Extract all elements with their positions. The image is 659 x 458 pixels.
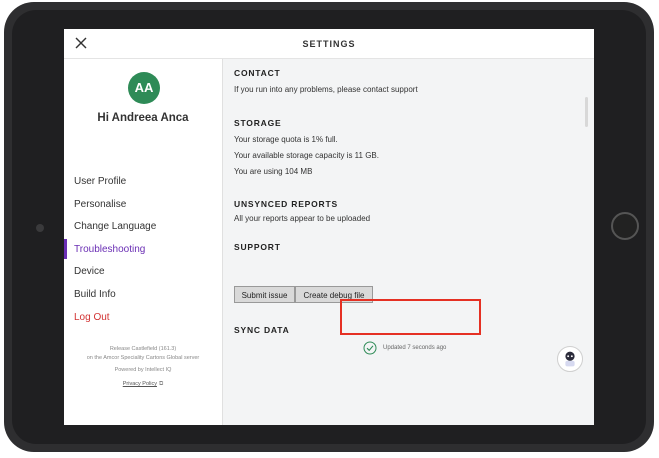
storage-heading: STORAGE [234,118,282,128]
home-button[interactable] [611,212,639,240]
troubleshooting-content: CONTACT If you run into any problems, pl… [234,59,584,425]
settings-screen: SETTINGS AA Hi Andreea Anca User Profile… [64,29,594,425]
sidebar: AA Hi Andreea Anca User Profile Personal… [64,59,223,425]
sidebar-item-log-out[interactable]: Log Out [64,310,222,333]
sidebar-item-change-language[interactable]: Change Language [64,219,222,242]
release-info: Release Castlefield (161.3) on the Amcor… [64,345,222,363]
sidebar-nav: User Profile Personalise Change Language… [64,174,222,332]
powered-by: Powered by Intellect IQ [114,367,172,373]
privacy-policy-link[interactable]: Privacy Policy ⧉ [64,381,222,388]
external-link-icon: ⧉ [158,381,164,387]
privacy-policy-label[interactable]: Privacy Policy [123,381,157,387]
sidebar-item-user-profile[interactable]: User Profile [64,174,222,197]
support-heading: SUPPORT [234,242,281,252]
storage-quota: Your storage quota is 1% full. [234,135,338,144]
header: SETTINGS [64,29,594,59]
sidebar-item-build-info[interactable]: Build Info [64,287,222,310]
avatar: AA [128,72,160,104]
contact-heading: CONTACT [234,68,281,78]
camera-icon [36,224,44,232]
sidebar-item-device[interactable]: Device [64,264,222,287]
sidebar-item-troubleshooting[interactable]: Troubleshooting [64,238,222,265]
storage-usage: You are using 104 MB [234,167,313,176]
release-server: on the Amcor Speciality Cartons Global s… [86,355,200,361]
sync-data-heading: SYNC DATA [234,325,290,335]
sidebar-item-personalise[interactable]: Personalise [64,197,222,220]
assistant-robot-icon[interactable] [557,346,583,372]
scrollbar[interactable] [585,97,588,127]
check-circle-icon [363,341,377,355]
sync-status-text: Updated 7 seconds ago [383,345,447,351]
unsynced-reports-heading: UNSYNCED REPORTS [234,199,338,209]
submit-issue-button[interactable]: Submit issue [234,286,295,303]
highlight-box [340,299,481,335]
release-version: Release Castlefield (161.3) [109,346,177,352]
contact-text: If you run into any problems, please con… [234,85,418,94]
page-title: SETTINGS [302,39,356,49]
storage-capacity: Your available storage capacity is 11 GB… [234,151,379,160]
unsynced-reports-text: All your reports appear to be uploaded [234,214,371,223]
user-greeting: Hi Andreea Anca [97,112,189,124]
